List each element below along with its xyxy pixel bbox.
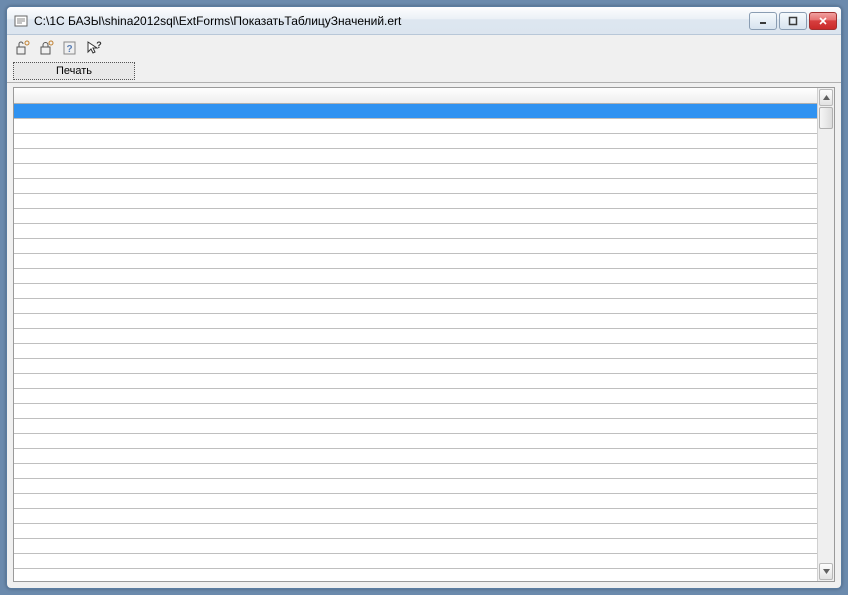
maximize-button[interactable] xyxy=(779,12,807,30)
minimize-button[interactable] xyxy=(749,12,777,30)
toolbar: ? ? xyxy=(7,35,841,61)
table-row[interactable] xyxy=(14,374,817,389)
content-area xyxy=(7,83,841,588)
window-title: C:\1С БАЗЫ\shina2012sql\ExtForms\Показат… xyxy=(34,14,749,28)
titlebar[interactable]: C:\1С БАЗЫ\shina2012sql\ExtForms\Показат… xyxy=(7,7,841,35)
table-row[interactable] xyxy=(14,254,817,269)
svg-text:?: ? xyxy=(96,40,102,50)
table-row[interactable] xyxy=(14,239,817,254)
table-row[interactable] xyxy=(14,104,817,119)
grid-body[interactable] xyxy=(14,88,817,581)
table-row[interactable] xyxy=(14,299,817,314)
table-row[interactable] xyxy=(14,509,817,524)
scroll-down-button[interactable] xyxy=(819,563,833,580)
table-row[interactable] xyxy=(14,344,817,359)
table-row[interactable] xyxy=(14,524,817,539)
help-icon[interactable]: ? xyxy=(61,39,79,57)
table-row[interactable] xyxy=(14,119,817,134)
table-row[interactable] xyxy=(14,434,817,449)
table-row[interactable] xyxy=(14,194,817,209)
vertical-scrollbar[interactable] xyxy=(817,88,834,581)
scroll-thumb[interactable] xyxy=(819,107,833,129)
scroll-track[interactable] xyxy=(818,107,834,562)
table-row[interactable] xyxy=(14,269,817,284)
table-row[interactable] xyxy=(14,479,817,494)
lock-open-icon[interactable] xyxy=(13,39,31,57)
lock-closed-icon[interactable] xyxy=(37,39,55,57)
table-row[interactable] xyxy=(14,449,817,464)
app-window: C:\1С БАЗЫ\shina2012sql\ExtForms\Показат… xyxy=(6,6,842,589)
scroll-up-button[interactable] xyxy=(819,89,833,106)
table-row[interactable] xyxy=(14,224,817,239)
table-row[interactable] xyxy=(14,359,817,374)
table-row[interactable] xyxy=(14,179,817,194)
table-row[interactable] xyxy=(14,329,817,344)
print-button[interactable]: Печать xyxy=(13,62,135,80)
table-row[interactable] xyxy=(14,284,817,299)
table-row[interactable] xyxy=(14,404,817,419)
table-row[interactable] xyxy=(14,419,817,434)
table-row[interactable] xyxy=(14,149,817,164)
close-button[interactable] xyxy=(809,12,837,30)
table-row[interactable] xyxy=(14,494,817,509)
table-row[interactable] xyxy=(14,134,817,149)
table-row[interactable] xyxy=(14,464,817,479)
table-row[interactable] xyxy=(14,209,817,224)
app-icon xyxy=(13,13,29,29)
table-row[interactable] xyxy=(14,164,817,179)
table-row[interactable] xyxy=(14,554,817,569)
svg-text:?: ? xyxy=(66,44,72,55)
table-row[interactable] xyxy=(14,389,817,404)
grid-rows xyxy=(14,104,817,569)
window-controls xyxy=(749,12,837,30)
grid-header[interactable] xyxy=(14,88,817,104)
table-row[interactable] xyxy=(14,314,817,329)
data-grid[interactable] xyxy=(13,87,835,582)
button-row: Печать xyxy=(7,61,841,83)
table-row[interactable] xyxy=(14,539,817,554)
cursor-help-icon[interactable]: ? xyxy=(85,39,103,57)
